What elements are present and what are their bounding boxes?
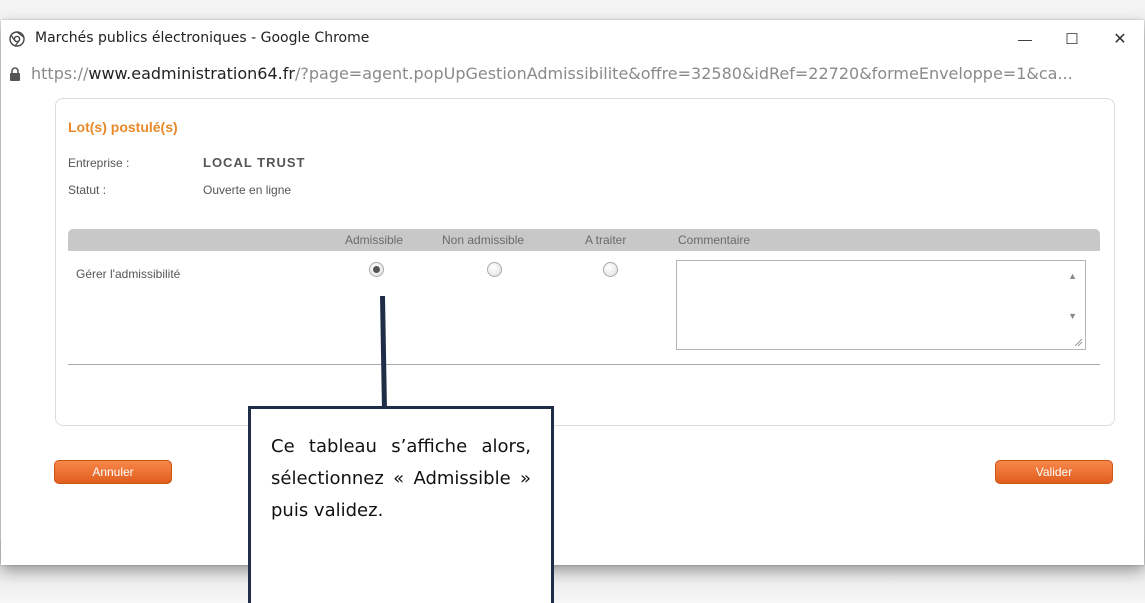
maximize-icon: ☐ <box>1065 31 1079 48</box>
chrome-globe-icon <box>9 31 25 47</box>
close-window-button[interactable]: ✕ <box>1106 27 1134 51</box>
column-non-admissible: Non admissible <box>442 233 525 247</box>
column-a-traiter: A traiter <box>585 233 627 247</box>
status-label: Statut : <box>68 183 107 197</box>
minimize-icon: — <box>1018 31 1032 47</box>
panel-title: Lot(s) postulé(s) <box>68 119 178 135</box>
radio-non-admissible[interactable] <box>487 262 502 277</box>
radio-admissible[interactable] <box>369 262 384 277</box>
radio-a-traiter[interactable] <box>603 262 618 277</box>
table-header: Admissible Non admissible A traiter Comm… <box>68 229 1100 251</box>
url-path: /?page=agent.popUpGestionAdmissibilite&o… <box>294 64 1073 83</box>
cancel-button[interactable]: Annuler <box>54 460 172 484</box>
company-label: Entreprise : <box>68 156 130 170</box>
url-prefix: https:// <box>31 64 89 83</box>
maximize-button[interactable]: ☐ <box>1058 27 1086 51</box>
scroll-up-icon[interactable]: ▲ <box>1068 271 1077 281</box>
manage-admissibility-label: Gérer l'admissibilité <box>76 267 181 281</box>
lock-icon <box>10 67 20 81</box>
url-text[interactable]: https://www.eadministration64.fr/?page=a… <box>31 64 1073 83</box>
column-admissible: Admissible <box>345 233 404 247</box>
column-commentaire: Commentaire <box>678 233 751 247</box>
minimize-button[interactable]: — <box>1011 27 1039 51</box>
scroll-down-icon[interactable]: ▼ <box>1068 311 1077 321</box>
page-content: Lot(s) postulé(s) Entreprise : LOCAL TRU… <box>40 98 1116 505</box>
resize-grip-icon[interactable] <box>1073 337 1083 347</box>
table-divider <box>68 364 1100 365</box>
lots-panel: Lot(s) postulé(s) Entreprise : LOCAL TRU… <box>55 98 1115 426</box>
close-icon: ✕ <box>1113 31 1127 48</box>
status-value: Ouverte en ligne <box>203 183 292 197</box>
address-bar[interactable]: https://www.eadministration64.fr/?page=a… <box>1 58 1144 92</box>
comment-textarea[interactable]: ▲ ▼ <box>676 260 1086 350</box>
company-value: LOCAL TRUST <box>203 155 306 170</box>
instruction-callout: Ce tableau s’affiche alors, sélectionnez… <box>248 406 554 603</box>
submit-button[interactable]: Valider <box>995 460 1113 484</box>
title-bar: Marchés publics électroniques - Google C… <box>1 20 1144 58</box>
window-title: Marchés publics électroniques - Google C… <box>35 30 370 46</box>
url-host: www.eadministration64.fr <box>88 64 295 83</box>
